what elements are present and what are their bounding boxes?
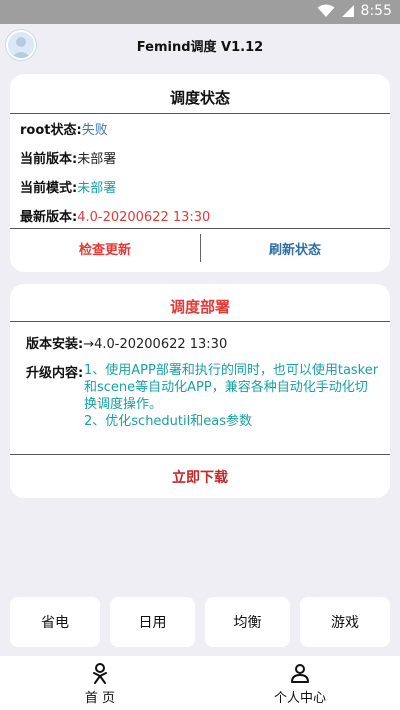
deploy-card: 调度部署 版本安装:→4.0-20200622 13:30 升级内容: 1、使用… <box>10 284 390 498</box>
divider <box>10 321 390 322</box>
root-status-value: 失败 <box>81 123 108 138</box>
status-time: 8:55 <box>360 3 392 19</box>
current-version-value: 未部署 <box>77 152 117 167</box>
status-actions: 检查更新 刷新状态 <box>10 232 390 264</box>
mode-balanced-button[interactable]: 均衡 <box>205 597 290 647</box>
nav-profile-label: 个人中心 <box>273 691 326 706</box>
app-title: Femind调度 V1.12 <box>136 40 264 55</box>
status-bar: 8:55 <box>0 0 400 24</box>
mode-daily-button[interactable]: 日用 <box>110 597 195 647</box>
root-status-label: root状态: <box>20 123 82 138</box>
check-update-button[interactable]: 检查更新 <box>10 239 200 258</box>
nav-profile[interactable]: 个人中心 <box>200 656 400 710</box>
bottom-nav: 首 页 个人中心 <box>0 656 400 710</box>
current-mode-row: 当前模式:未部署 <box>20 177 116 196</box>
upgrade-content-label-wrap: 升级内容: <box>26 362 83 381</box>
status-card: 调度状态 root状态:失败 当前版本:未部署 当前模式:未部署 最新版本:4.… <box>10 74 390 272</box>
divider <box>10 228 390 229</box>
version-install-value: →4.0-20200622 13:30 <box>83 337 228 352</box>
latest-version-value: 4.0-20200622 13:30 <box>77 210 211 225</box>
version-install-label: 版本安装: <box>26 337 84 352</box>
current-version-label: 当前版本: <box>20 152 78 167</box>
status-bar-right: 8:55 <box>317 3 392 19</box>
signal-icon <box>341 5 354 17</box>
upgrade-line-2: 2、优化schedutil和eas参数 <box>84 414 252 429</box>
upgrade-content-label: 升级内容: <box>26 366 84 381</box>
app-bar: Femind调度 V1.12 <box>0 24 400 68</box>
divider <box>10 113 390 114</box>
current-mode-value: 未部署 <box>77 181 117 196</box>
download-now-button[interactable]: 立即下载 <box>10 467 390 487</box>
wifi-icon <box>317 4 335 17</box>
divider <box>10 454 390 455</box>
current-mode-label: 当前模式: <box>20 181 78 196</box>
user-icon <box>291 664 309 683</box>
nav-home-label: 首 页 <box>84 691 116 706</box>
upgrade-content: 1、使用APP部署和执行的同时，也可以使用tasker和scene等自动化APP… <box>84 362 380 430</box>
mode-buttons: 省电 日用 均衡 游戏 <box>0 597 400 647</box>
root-status-row: root状态:失败 <box>20 119 108 138</box>
refresh-status-button[interactable]: 刷新状态 <box>200 239 390 258</box>
home-person-icon <box>93 663 107 684</box>
latest-version-row: 最新版本:4.0-20200622 13:30 <box>20 206 210 225</box>
mode-game-button[interactable]: 游戏 <box>300 597 390 647</box>
status-card-title: 调度状态 <box>169 89 230 107</box>
current-version-row: 当前版本:未部署 <box>20 148 116 167</box>
deploy-card-title: 调度部署 <box>169 298 230 316</box>
nav-home[interactable]: 首 页 <box>0 656 200 710</box>
version-install-row: 版本安装:→4.0-20200622 13:30 <box>26 333 227 352</box>
latest-version-label: 最新版本: <box>20 210 78 225</box>
upgrade-line-1: 1、使用APP部署和执行的同时，也可以使用tasker和scene等自动化APP… <box>84 363 379 412</box>
mode-powersave-button[interactable]: 省电 <box>10 597 100 647</box>
